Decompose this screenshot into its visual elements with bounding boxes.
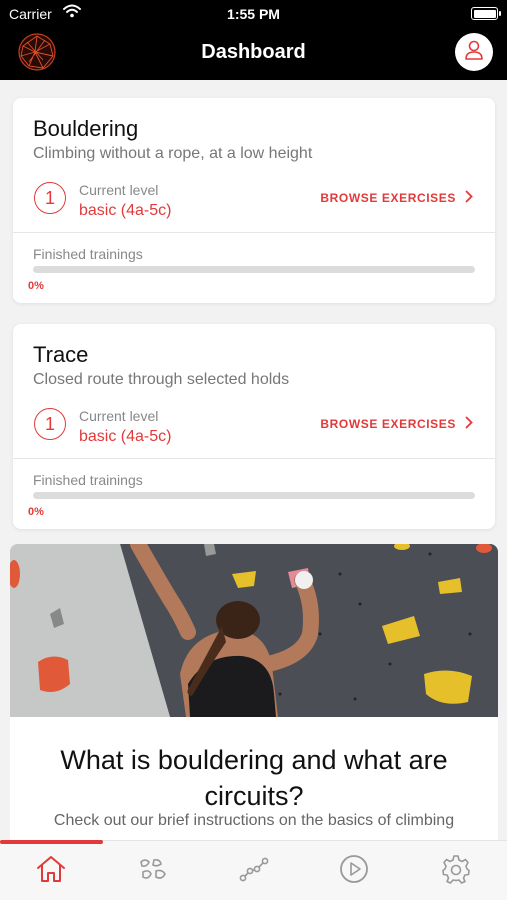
card-divider (13, 458, 495, 459)
level-number-badge: 1 (34, 408, 66, 440)
status-bar: Carrier 1:55 PM (0, 0, 507, 28)
guide-subtitle: Check out our brief instructions on the … (53, 812, 455, 829)
home-icon (35, 854, 67, 889)
browse-exercises-button[interactable]: BROWSE EXERCISES (320, 190, 473, 206)
page-title: Dashboard (201, 41, 306, 63)
browse-exercises-label: BROWSE EXERCISES (320, 417, 456, 431)
level-value: basic (4a-5c) (79, 202, 172, 219)
level-value: basic (4a-5c) (79, 428, 172, 445)
climbing-photo (10, 544, 498, 717)
profile-button[interactable] (455, 33, 493, 71)
guide-title: What is bouldering and what are circuits… (60, 745, 448, 811)
route-icon (238, 854, 270, 889)
progress-percent: 0% (28, 280, 44, 292)
tab-home[interactable] (33, 853, 69, 889)
progress-label: Finished trainings (33, 472, 143, 488)
chevron-right-icon (465, 416, 473, 432)
level-caption: Current level (79, 408, 159, 424)
browse-exercises-button[interactable]: BROWSE EXERCISES (320, 416, 473, 432)
chevron-right-icon (465, 190, 473, 206)
nav-bar: Dashboard (0, 28, 507, 80)
tab-videos[interactable] (336, 853, 372, 889)
tab-bar (0, 840, 507, 900)
card-subtitle: Closed route through selected holds (33, 371, 290, 388)
discipline-card-trace: Trace Closed route through selected hold… (13, 324, 495, 529)
holds-icon (137, 854, 169, 889)
progress-percent: 0% (28, 506, 44, 518)
active-tab-indicator (0, 840, 103, 844)
browse-exercises-label: BROWSE EXERCISES (320, 191, 456, 205)
card-title: Bouldering (33, 116, 139, 141)
card-title: Trace (33, 342, 89, 367)
clock-label: 1:55 PM (227, 6, 280, 22)
level-number-badge: 1 (34, 182, 66, 214)
gear-icon (440, 853, 472, 890)
user-icon (464, 39, 484, 66)
progress-bar (33, 266, 475, 273)
bouldering-guide-card[interactable]: What is bouldering and what are circuits… (10, 544, 498, 864)
tab-routes[interactable] (236, 853, 272, 889)
card-subtitle: Climbing without a rope, at a low height (33, 145, 313, 162)
tab-settings[interactable] (438, 853, 474, 889)
battery-icon (471, 7, 501, 20)
play-icon (338, 853, 370, 890)
progress-label: Finished trainings (33, 246, 143, 262)
discipline-card-bouldering: Bouldering Climbing without a rope, at a… (13, 98, 495, 303)
progress-bar (33, 492, 475, 499)
tab-holds[interactable] (135, 853, 171, 889)
level-caption: Current level (79, 182, 159, 198)
card-divider (13, 232, 495, 233)
